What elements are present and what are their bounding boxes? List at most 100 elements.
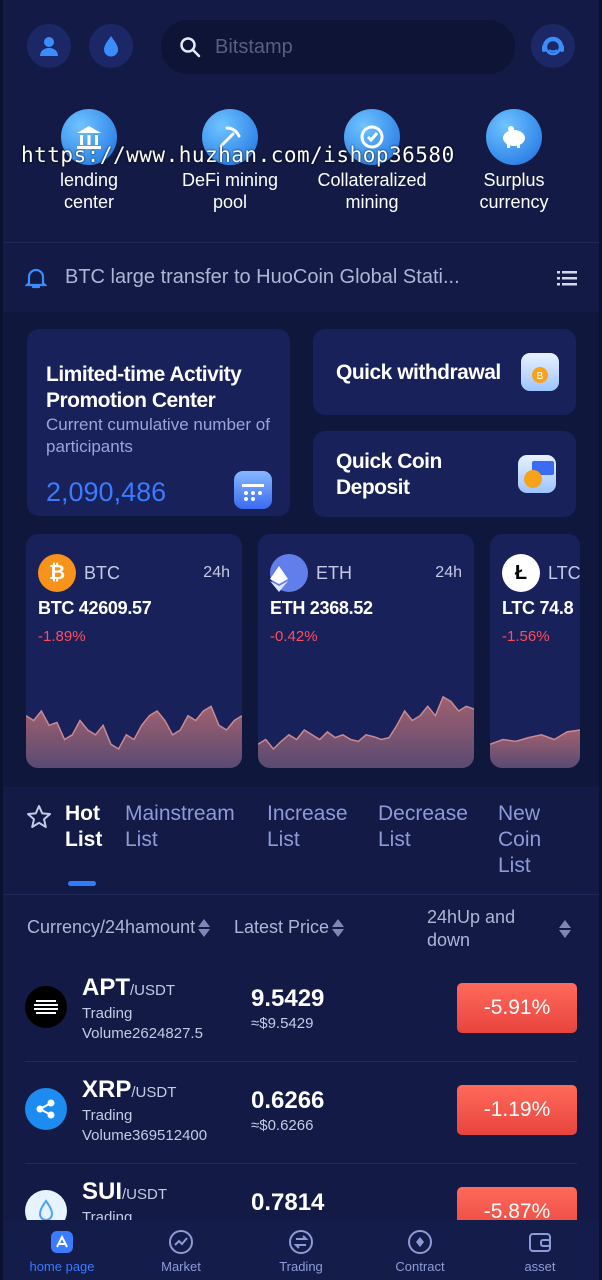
sort-icon (332, 918, 345, 938)
star-icon[interactable] (26, 804, 52, 830)
tab-new-coin-list[interactable]: New Coin List (498, 801, 541, 879)
search-input[interactable]: Bitstamp (161, 20, 515, 74)
app-screen: Bitstamp lending center DeFi mining pool (3, 0, 599, 1280)
coin-period: 24h (203, 564, 230, 581)
quick-deposit-label: Quick Coin Deposit (336, 450, 442, 499)
pair-name: APT/USDT (82, 974, 175, 1001)
header-currency: Currency/24hamount (27, 917, 196, 937)
feature-label: Surplus currency (479, 170, 549, 212)
feature-surplus-currency[interactable]: Surplus currency (444, 105, 584, 213)
support-button[interactable] (531, 24, 575, 68)
sparkline-area (26, 706, 242, 768)
headset-icon (542, 36, 564, 56)
nav-asset[interactable]: asset (485, 1226, 595, 1274)
feature-label: Collateralized mining (317, 170, 427, 212)
coin-symbol: ETH (316, 562, 352, 583)
withdraw-icon: B (521, 353, 559, 391)
coin-price: BTC 42609.57 (38, 598, 152, 618)
active-tab-indicator (68, 881, 96, 886)
coin-price: LTC 74.8 (502, 598, 574, 618)
feature-shortcuts: lending center DeFi mining pool Collater… (3, 105, 599, 235)
ethereum-icon (270, 554, 308, 592)
change-badge: -1.19% (457, 1085, 577, 1135)
latest-price: 0.7814 (251, 1189, 325, 1216)
apt-logo-icon (25, 986, 67, 1028)
drop-button[interactable] (89, 24, 133, 68)
calendar-icon (234, 471, 272, 509)
latest-price: 9.5429 (251, 985, 325, 1012)
tab-hot-list[interactable]: Hot List (65, 801, 102, 853)
nav-contract[interactable]: Contract (365, 1226, 475, 1274)
coin-price: ETH 2368.52 (270, 598, 373, 618)
promo-subtitle: Current cumulative number of participant… (46, 415, 270, 456)
list-tabs: Hot List Mainstream List Increase List D… (3, 787, 599, 895)
nav-home-page[interactable]: home page (7, 1226, 117, 1274)
sort-latest-price[interactable]: Latest Price (234, 917, 345, 938)
water-drop-icon (104, 36, 118, 57)
coin-sparkline (490, 729, 580, 768)
top-bar: Bitstamp (3, 0, 599, 95)
wallet-icon (527, 1229, 553, 1255)
trading-icon (288, 1229, 314, 1255)
table-row[interactable]: APT/USDT Trading Volume2624827.5 9.5429 … (25, 960, 577, 1062)
tab-increase-list[interactable]: Increase List (267, 801, 348, 853)
bitcoin-icon: ₿ (38, 554, 76, 592)
usd-price: ≈$0.6266 (251, 1117, 314, 1134)
header-price: Latest Price (234, 917, 330, 937)
nav-label: Contract (395, 1259, 445, 1274)
sort-change[interactable]: 24hUp and down (427, 906, 575, 952)
tab-mainstream-list[interactable]: Mainstream List (125, 801, 235, 853)
coin-change: -1.56% (502, 628, 550, 645)
coin-symbol: BTC (84, 562, 120, 583)
notice-bar[interactable]: BTC large transfer to HuoCoin Global Sta… (3, 242, 599, 312)
watermark-text: https://www.huzhan.com/ishop36580 (21, 143, 455, 167)
nav-label: Market (161, 1259, 201, 1274)
trading-volume: Trading Volume369512400 (82, 1107, 208, 1144)
tab-decrease-list[interactable]: Decrease List (378, 801, 468, 853)
coin-card-ltc[interactable]: Ł LTC LTC 74.8 -1.56% (490, 534, 580, 768)
promo-participant-count: 2,090,486 (46, 477, 167, 507)
quick-coin-deposit-card[interactable]: Quick Coin Deposit (313, 431, 576, 517)
pair-name: XRP/USDT (82, 1076, 177, 1103)
sort-currency[interactable]: Currency/24hamount (27, 917, 211, 938)
header-change: 24hUp and down (427, 907, 516, 950)
coin-sparkline (258, 695, 474, 768)
bottom-navigation: home page Market Trading Contract asset (3, 1220, 599, 1280)
nav-trading[interactable]: Trading (246, 1226, 356, 1274)
coin-change: -1.89% (38, 628, 86, 645)
coin-period: 24h (435, 564, 462, 581)
promotion-center-card[interactable]: Limited-time Activity Promotion Center C… (27, 329, 290, 516)
coin-symbol: LTC (548, 562, 580, 583)
latest-price: 0.6266 (251, 1087, 325, 1114)
quick-withdrawal-card[interactable]: Quick withdrawal B (313, 329, 576, 415)
table-row[interactable]: XRP/USDT Trading Volume369512400 0.6266 … (25, 1062, 577, 1164)
nav-label: asset (524, 1259, 556, 1274)
sparkline-area (258, 696, 474, 768)
search-placeholder: Bitstamp (215, 35, 293, 58)
change-badge: -5.91% (457, 983, 577, 1033)
svg-text:B: B (537, 371, 544, 382)
xrp-logo-icon (25, 1088, 67, 1130)
feature-label: DeFi mining pool (181, 170, 279, 212)
nav-market[interactable]: Market (126, 1226, 236, 1274)
coin-card-btc[interactable]: ₿ BTC 24h BTC 42609.57 -1.89% (26, 534, 242, 768)
notice-text: BTC large transfer to HuoCoin Global Sta… (65, 266, 460, 288)
trading-volume: Trading Volume2624827.5 (82, 1005, 203, 1042)
bell-icon (25, 268, 47, 288)
piggy-bank-icon (486, 109, 542, 165)
pair-name: SUI/USDT (82, 1178, 168, 1205)
nav-label: Trading (279, 1259, 323, 1274)
sort-icon (559, 919, 571, 939)
user-icon (40, 37, 58, 56)
coin-change: -0.42% (270, 628, 318, 645)
feature-label: lending center (59, 170, 119, 212)
list-header: Currency/24hamount Latest Price 24hUp an… (3, 895, 599, 965)
home-icon (49, 1229, 75, 1255)
promo-title: Limited-time Activity Promotion Center (46, 363, 242, 412)
profile-button[interactable] (27, 24, 71, 68)
search-icon (180, 37, 201, 58)
sort-icon (198, 918, 211, 938)
coin-card-eth[interactable]: ETH 24h ETH 2368.52 -0.42% (258, 534, 474, 768)
list-icon[interactable] (557, 270, 577, 286)
market-icon (168, 1229, 194, 1255)
